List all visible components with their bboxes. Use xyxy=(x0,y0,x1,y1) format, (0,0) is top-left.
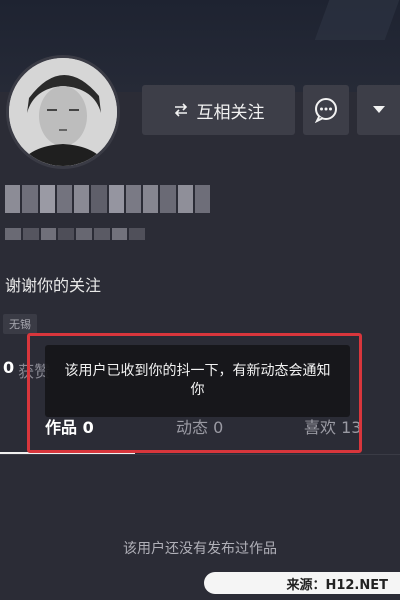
message-button[interactable] xyxy=(303,85,349,135)
likes-count: 0 xyxy=(3,358,15,377)
swap-arrows-icon xyxy=(174,103,187,117)
annotation-highlight-box xyxy=(27,333,362,453)
watermark-text: 来源：H12.NET xyxy=(286,577,388,593)
location-tag: 无锡 xyxy=(3,314,37,334)
more-options-button[interactable] xyxy=(357,85,400,135)
cover-decoration xyxy=(314,0,400,40)
avatar-portrait-icon xyxy=(9,58,117,166)
tabs-divider xyxy=(0,454,400,455)
user-id-blurred xyxy=(5,228,145,240)
empty-works-message: 该用户还没有发布过作品 xyxy=(123,541,277,557)
mutual-follow-button[interactable]: 互相关注 xyxy=(142,85,295,135)
chat-bubble-icon xyxy=(314,98,337,123)
avatar[interactable] xyxy=(6,55,120,169)
caret-down-icon xyxy=(372,106,385,113)
profile-bio: 谢谢你的关注 xyxy=(5,276,102,295)
source-watermark: 来源：H12.NET xyxy=(204,572,400,594)
mutual-follow-label: 互相关注 xyxy=(196,102,265,123)
username-blurred xyxy=(5,185,210,213)
